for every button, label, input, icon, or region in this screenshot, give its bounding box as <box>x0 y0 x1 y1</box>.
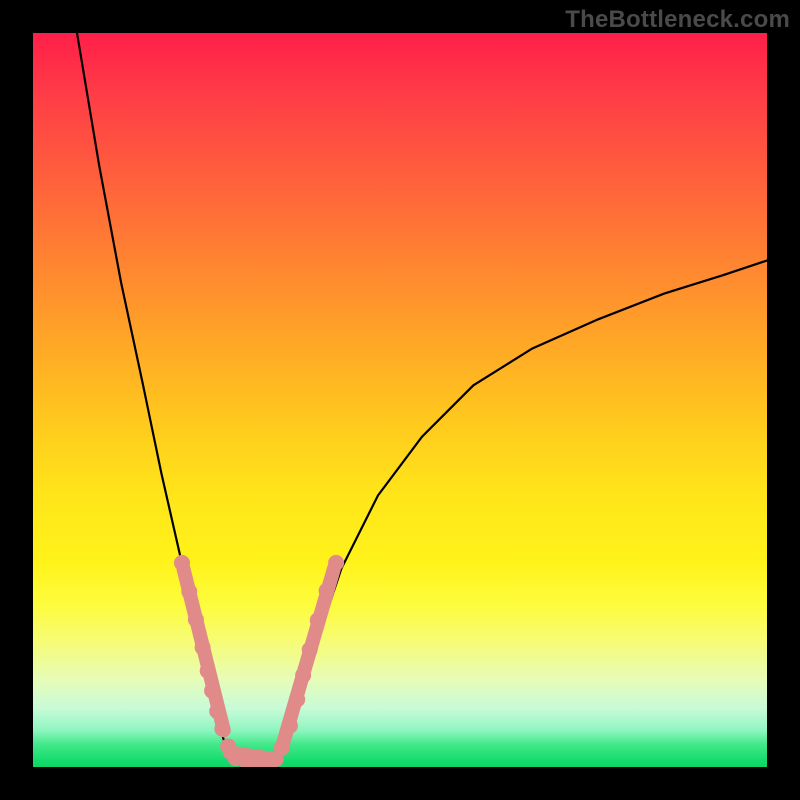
overlay-dot <box>174 555 190 571</box>
overlay-dot <box>295 667 311 683</box>
overlay-dot <box>328 555 344 571</box>
curve-right-arm <box>275 261 767 760</box>
plot-area <box>33 33 767 767</box>
overlay-dot <box>204 683 220 699</box>
overlay-dot <box>319 583 335 599</box>
overlay-dot <box>310 612 326 628</box>
overlay-dot <box>302 642 318 658</box>
overlay-dot <box>195 639 211 655</box>
overlay-dot <box>282 718 298 734</box>
overlay-dot <box>289 692 305 708</box>
overlay-dot <box>181 584 197 600</box>
overlay-dot <box>209 703 225 719</box>
chart-stage: TheBottleneck.com <box>0 0 800 800</box>
watermark-text: TheBottleneck.com <box>565 6 790 34</box>
overlay-dot <box>188 612 204 628</box>
overlay-dot <box>200 663 216 679</box>
overlay-dot <box>274 740 290 756</box>
overlay-dot <box>214 721 230 737</box>
curve-layer <box>33 33 767 767</box>
